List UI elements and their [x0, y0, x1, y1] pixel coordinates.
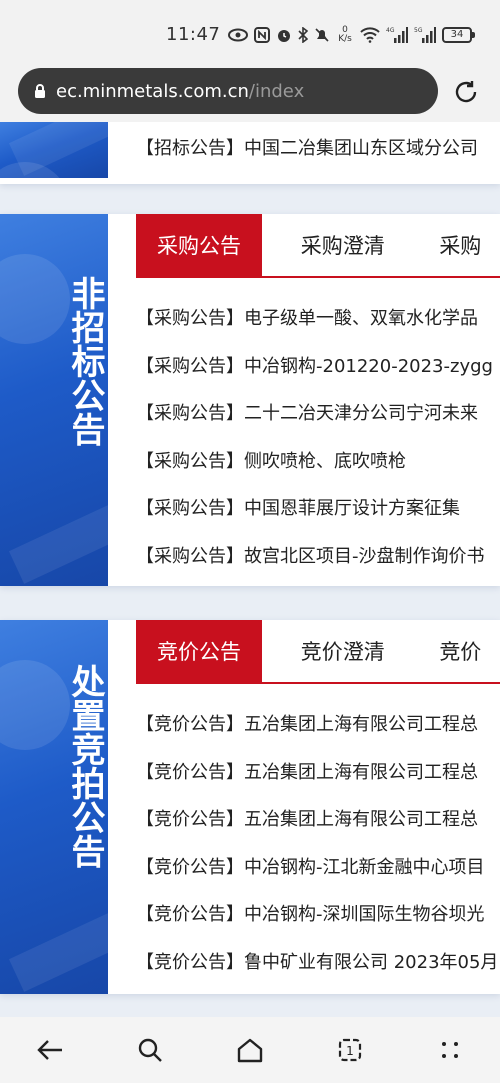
svg-text:1: 1 — [346, 1044, 354, 1058]
auction-card: 处置竞拍公告 竞价公告 竞价澄清 竞价 【竞价公告】五冶集团上海有限公司工程总 … — [0, 620, 500, 994]
list-item[interactable]: 【竞价公告】五冶集团上海有限公司工程总 — [136, 805, 498, 853]
status-time: 11:47 — [166, 24, 221, 45]
status-bar: 11:47 0 K/s 4G 5G 34 — [0, 0, 500, 66]
tender-card: 【招标公告】中国二冶集团山东区域分公司 — [0, 122, 500, 184]
auction-list: 【竞价公告】五冶集团上海有限公司工程总 【竞价公告】五冶集团上海有限公司工程总 … — [136, 710, 498, 995]
tab-bid-clarification[interactable]: 竞价澄清 — [262, 620, 423, 682]
nfc-icon — [254, 27, 270, 43]
list-item[interactable]: 【竞价公告】五冶集团上海有限公司工程总 — [136, 710, 498, 758]
list-item[interactable]: 【采购公告】二十二冶天津分公司宁河未来 — [136, 399, 493, 447]
wifi-icon — [360, 27, 380, 43]
browser-toolbar: ec.minmetals.com.cn/index — [0, 66, 500, 122]
list-item[interactable]: 【采购公告】侧吹喷枪、底吹喷枪 — [136, 447, 493, 495]
list-item[interactable]: 【竞价公告】五冶集团上海有限公司工程总 — [136, 758, 498, 806]
list-item[interactable]: 【招标公告】中国二冶集团山东区域分公司 — [136, 134, 478, 160]
page-content: 【招标公告】中国二冶集团山东区域分公司 非招标公告 采购公告 采购澄清 采购 【… — [0, 122, 500, 1017]
signal-5g-icon: 5G — [414, 27, 436, 43]
mute-icon — [315, 28, 329, 42]
non-tender-title: 非招标公告 — [65, 276, 105, 446]
tabs-icon[interactable]: 1 — [335, 1035, 365, 1065]
list-item[interactable]: 【竞价公告】中冶钢构-深圳国际生物谷坝光 — [136, 900, 498, 948]
net-speed: 0 K/s — [338, 25, 352, 44]
auction-tabs: 竞价公告 竞价澄清 竞价 — [136, 620, 500, 684]
tab-purchase-clarification[interactable]: 采购澄清 — [262, 214, 423, 276]
url-path: /index — [248, 80, 305, 102]
list-item[interactable]: 【采购公告】中国恩菲展厅设计方案征集 — [136, 494, 493, 542]
list-item[interactable]: 【采购公告】故宫北区项目-沙盘制作询价书 — [136, 542, 493, 590]
tab-bid-more[interactable]: 竞价 — [423, 620, 500, 682]
tender-side-banner — [0, 122, 108, 178]
tab-purchase-more[interactable]: 采购 — [423, 214, 500, 276]
lock-icon — [35, 84, 45, 98]
menu-icon[interactable] — [435, 1035, 465, 1065]
eye-icon — [228, 28, 248, 42]
tab-bid-notice[interactable]: 竞价公告 — [136, 620, 263, 682]
search-icon[interactable] — [135, 1035, 165, 1065]
back-icon[interactable] — [35, 1035, 65, 1065]
url-domain: ec.minmetals.com.cn — [56, 80, 249, 102]
home-icon[interactable] — [235, 1035, 265, 1065]
signal-4g-icon: 4G — [386, 27, 408, 43]
list-item[interactable]: 【竞价公告】鲁中矿业有限公司 2023年05月 — [136, 948, 498, 996]
list-item[interactable]: 【采购公告】中冶钢构-201220-2023-zygg — [136, 352, 493, 400]
status-icons: 0 K/s 4G 5G 34 — [228, 22, 475, 48]
list-item[interactable]: 【采购公告】电子级单一酸、双氧水化学品 — [136, 304, 493, 352]
non-tender-card: 非招标公告 采购公告 采购澄清 采购 【采购公告】电子级单一酸、双氧水化学品 【… — [0, 214, 500, 586]
battery-indicator: 34 — [442, 27, 475, 43]
alarm-icon — [278, 30, 290, 42]
non-tender-side-banner: 非招标公告 — [0, 214, 108, 586]
address-bar[interactable]: ec.minmetals.com.cn/index — [18, 68, 438, 114]
auction-side-banner: 处置竞拍公告 — [0, 620, 108, 994]
auction-title: 处置竞拍公告 — [65, 664, 105, 868]
non-tender-list: 【采购公告】电子级单一酸、双氧水化学品 【采购公告】中冶钢构-201220-20… — [136, 304, 493, 589]
bluetooth-icon — [298, 27, 308, 43]
tab-purchase-notice[interactable]: 采购公告 — [136, 214, 263, 276]
svg-text:4G: 4G — [386, 27, 395, 34]
list-item[interactable]: 【竞价公告】中冶钢构-江北新金融中心项目 — [136, 853, 498, 901]
svg-text:5G: 5G — [414, 27, 423, 34]
non-tender-tabs: 采购公告 采购澄清 采购 — [136, 214, 500, 278]
bottom-navigation: 1 — [0, 1017, 500, 1083]
reload-icon[interactable] — [452, 78, 480, 106]
